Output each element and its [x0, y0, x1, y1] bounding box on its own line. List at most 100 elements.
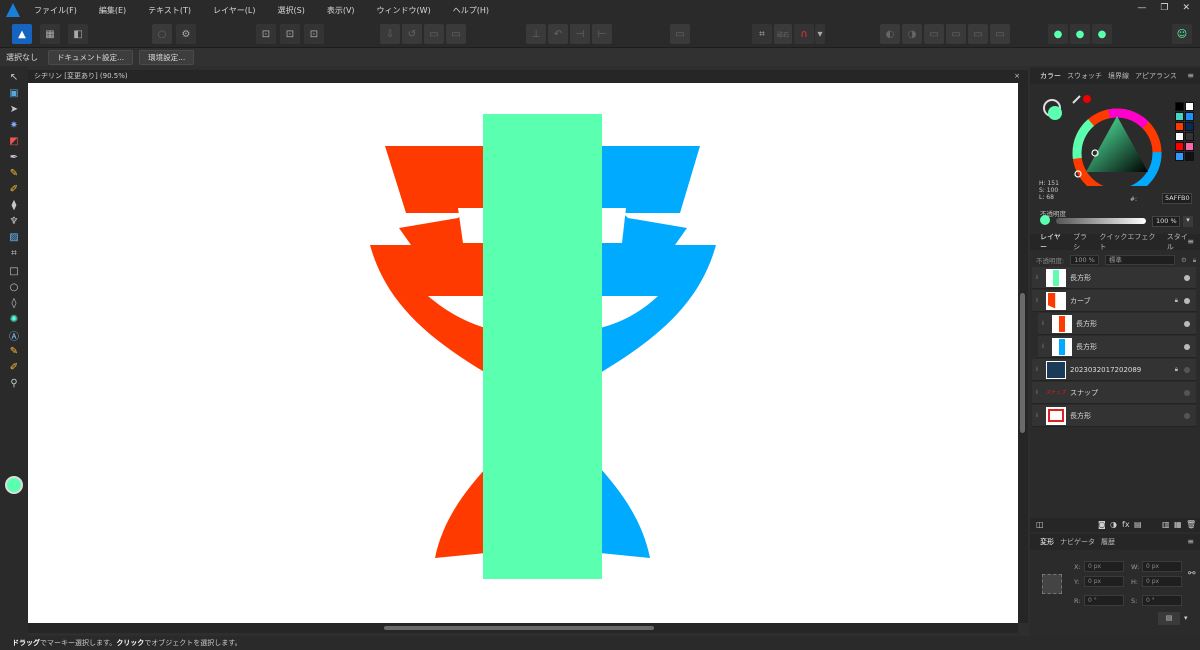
tab-appearance[interactable]: アピアランス: [1135, 71, 1177, 81]
tab-brushes[interactable]: ブラシ: [1073, 232, 1093, 252]
snap-dropdown-chevron[interactable]: ▾: [815, 24, 825, 44]
star-tool-icon[interactable]: ✺: [6, 312, 22, 326]
width-field[interactable]: 0 px: [1142, 561, 1182, 572]
layer-row[interactable]: ⁞ スナップ スナップ: [1032, 382, 1196, 404]
fill-color-well[interactable]: [5, 476, 23, 494]
hex-input[interactable]: 5AFFB0: [1162, 193, 1192, 204]
fill-color-indicator[interactable]: [1048, 106, 1062, 120]
layers-panel-menu-icon[interactable]: ≡: [1187, 237, 1194, 246]
height-field[interactable]: 0 px: [1142, 576, 1182, 587]
layer-drag-handle-icon[interactable]: ⁞: [1038, 320, 1048, 327]
menu-file[interactable]: ファイル(F): [34, 5, 77, 16]
menu-edit[interactable]: 編集(E): [99, 5, 126, 16]
layer-opacity-field[interactable]: 100 %: [1070, 255, 1099, 265]
boolean-button[interactable]: ▭: [670, 24, 690, 44]
rectangle-tool-icon[interactable]: □: [6, 264, 22, 278]
pen-tool-icon[interactable]: ✒: [6, 150, 22, 164]
layer-visibility-toggle[interactable]: [1184, 274, 1190, 281]
vertical-scrollbar[interactable]: [1018, 83, 1028, 623]
layer-row[interactable]: ⁞ 長方形: [1038, 336, 1196, 358]
menu-text[interactable]: テキスト(T): [148, 5, 191, 16]
canvas[interactable]: [28, 83, 1018, 623]
arrange-button-2[interactable]: ↺: [402, 24, 422, 44]
arrange-button-3[interactable]: ▭: [424, 24, 444, 44]
swatch[interactable]: [1175, 112, 1184, 121]
link-aspect-icon[interactable]: ⚯: [1188, 569, 1196, 579]
settings-gear-button[interactable]: ⚙: [176, 24, 196, 44]
blue-trophy-half[interactable]: [600, 146, 716, 558]
shear-field[interactable]: 0 °: [1142, 595, 1182, 606]
layer-visibility-toggle[interactable]: [1184, 366, 1190, 373]
corner-tool-icon[interactable]: ◩: [6, 134, 22, 148]
layer-locked-icon[interactable]: 🔒︎: [1175, 366, 1178, 374]
layer-drag-handle-icon[interactable]: ⁞: [1032, 274, 1042, 281]
duplicate-layer-icon[interactable]: ▦: [1174, 520, 1182, 529]
rotation-field[interactable]: 0 °: [1084, 595, 1124, 606]
tab-stroke[interactable]: 境界線: [1108, 71, 1129, 81]
restore-button[interactable]: ❐: [1160, 3, 1168, 13]
arrange-button-1[interactable]: ⇩: [380, 24, 400, 44]
fill-tool-icon[interactable]: ⧫: [6, 198, 22, 212]
menu-window[interactable]: ウィンドウ(W): [377, 5, 431, 16]
layer-visibility-toggle[interactable]: [1184, 343, 1190, 350]
point-transform-tool-icon[interactable]: ✷: [6, 118, 22, 132]
pixel-persona-button[interactable]: ▦: [40, 24, 60, 44]
group-icon[interactable]: ▤: [1134, 520, 1142, 529]
layer-mask-icon[interactable]: ◫: [1036, 520, 1044, 529]
ellipse-tool-icon[interactable]: ○: [6, 280, 22, 294]
horizontal-scroll-thumb[interactable]: [384, 626, 654, 630]
anchor-selector-icon[interactable]: [1042, 574, 1062, 594]
assistant-button-1[interactable]: ●: [1048, 24, 1068, 44]
menu-view[interactable]: 表示(V): [327, 5, 355, 16]
arrange-button-4[interactable]: ▭: [446, 24, 466, 44]
magnet-icon[interactable]: ∩: [794, 24, 814, 44]
node-tool-icon[interactable]: ➤: [6, 102, 22, 116]
vector-brush-tool-icon[interactable]: ✐: [6, 182, 22, 196]
swatch[interactable]: [1175, 152, 1184, 161]
vertical-scroll-thumb[interactable]: [1020, 293, 1025, 433]
document-tab[interactable]: シヂリン [変更あり] (90.5%) ×: [28, 70, 1028, 83]
opacity-slider[interactable]: [1056, 218, 1146, 224]
layer-row[interactable]: ⁞ 2023032017202089 🔒︎: [1032, 359, 1196, 381]
color-panel-menu-icon[interactable]: ≡: [1187, 71, 1194, 80]
artboard-tool-icon[interactable]: ▣: [6, 86, 22, 100]
no-color-icon[interactable]: [1083, 95, 1091, 103]
zoom-tool-icon[interactable]: ⚲: [6, 376, 22, 390]
align-button-4[interactable]: ⊢: [592, 24, 612, 44]
add-layer-icon[interactable]: ▥: [1162, 520, 1170, 529]
transform-separately-button[interactable]: ⊡: [304, 24, 324, 44]
layer-visibility-toggle[interactable]: [1184, 389, 1190, 396]
close-document-button[interactable]: ×: [1014, 70, 1020, 83]
color-picker-tool-icon[interactable]: ✎: [6, 344, 22, 358]
layer-drag-handle-icon[interactable]: ⁞: [1032, 366, 1042, 373]
menu-layer[interactable]: レイヤー(L): [213, 5, 255, 16]
menu-select[interactable]: 選択(S): [278, 5, 305, 16]
transform-options-button[interactable]: ▤: [1158, 612, 1180, 625]
swatch[interactable]: [1185, 112, 1194, 121]
transform-objects-button[interactable]: ⊡: [280, 24, 300, 44]
swatch[interactable]: [1175, 102, 1184, 111]
swatch[interactable]: [1185, 142, 1194, 151]
view-button-2[interactable]: ◑: [902, 24, 922, 44]
crop-tool-icon[interactable]: ⌗: [6, 246, 22, 260]
view-button-4[interactable]: ▭: [946, 24, 966, 44]
layer-row[interactable]: ⁞ 長方形: [1038, 313, 1196, 335]
snapping-toggle-button[interactable]: ⌗: [752, 24, 772, 44]
layer-drag-handle-icon[interactable]: ⁞: [1032, 389, 1042, 396]
align-button-3[interactable]: ⊣: [570, 24, 590, 44]
layer-row[interactable]: ⁞ 長方形: [1032, 405, 1196, 427]
transparency-tool-icon[interactable]: ♆: [6, 214, 22, 228]
layer-drag-handle-icon[interactable]: ⁞: [1032, 412, 1042, 419]
layer-lock-icon[interactable]: 🔒︎: [1193, 256, 1196, 265]
pencil-tool-icon[interactable]: ✎: [6, 166, 22, 180]
move-tool-icon[interactable]: ↖: [6, 70, 22, 84]
blend-mode-select[interactable]: 標準: [1104, 255, 1175, 265]
opacity-dropdown-chevron[interactable]: ▾: [1183, 216, 1193, 227]
artistic-text-tool-icon[interactable]: Ⓐ: [6, 328, 22, 343]
tab-layers[interactable]: レイヤー: [1040, 232, 1067, 252]
horizontal-scrollbar[interactable]: [28, 623, 1018, 633]
layer-drag-handle-icon[interactable]: ⁞: [1038, 343, 1048, 350]
x-position-field[interactable]: 0 px: [1084, 561, 1124, 572]
opacity-input[interactable]: 100 %: [1152, 216, 1180, 227]
adjustment-icon[interactable]: ◑: [1110, 520, 1117, 529]
